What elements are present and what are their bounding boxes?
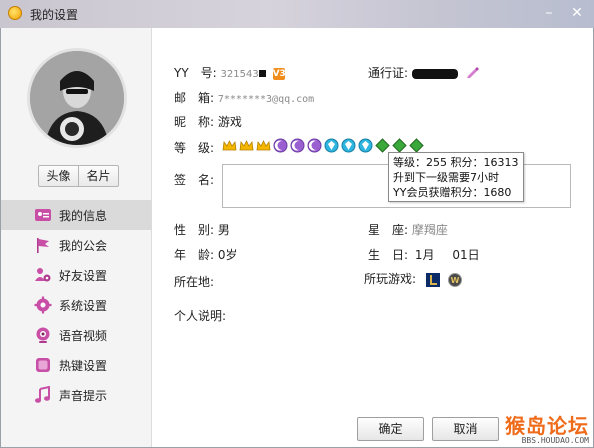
yy-app-icon — [8, 6, 22, 20]
window-frame — [0, 28, 594, 448]
close-button[interactable]: ✕ — [568, 4, 586, 22]
minimize-button[interactable]: – — [540, 4, 558, 22]
title-bar[interactable]: 我的设置 – ✕ — [0, 0, 594, 28]
window-title: 我的设置 — [30, 8, 79, 22]
